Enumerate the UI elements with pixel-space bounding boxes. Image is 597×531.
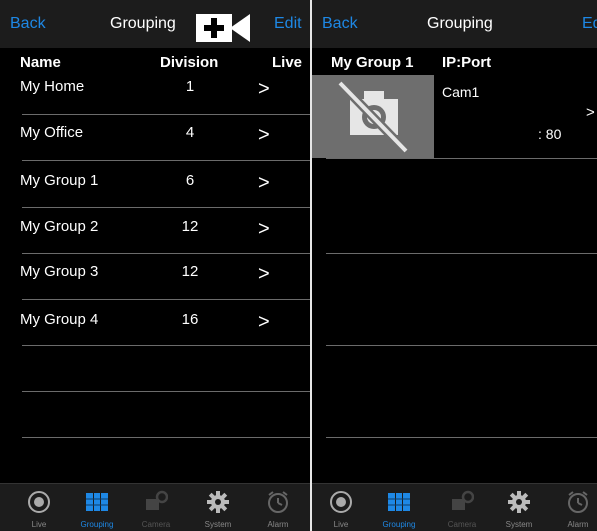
tab-label: Live bbox=[31, 520, 47, 529]
add-camera-icon[interactable] bbox=[196, 14, 251, 42]
row-divider bbox=[22, 391, 310, 392]
group-title: My Group 1 bbox=[331, 54, 414, 71]
group-division: 16 bbox=[181, 311, 199, 328]
group-name: My Office bbox=[20, 124, 84, 141]
camera-icon bbox=[452, 490, 474, 510]
tab-label: Alarm bbox=[267, 520, 289, 529]
grouping-icon bbox=[86, 493, 108, 511]
tab-live[interactable]: Live bbox=[14, 484, 64, 531]
back-button[interactable]: Back bbox=[322, 15, 358, 33]
row-divider bbox=[326, 345, 597, 346]
group-division: 6 bbox=[185, 172, 195, 189]
column-header-name: Name bbox=[20, 54, 61, 71]
row-divider bbox=[22, 114, 310, 115]
row-divider bbox=[22, 299, 310, 300]
tab-bar: Live Grouping Camera System Alarm bbox=[0, 483, 310, 531]
alarm-icon bbox=[568, 491, 588, 513]
chevron-right-icon[interactable]: > bbox=[258, 311, 274, 333]
edit-button[interactable]: Edit bbox=[274, 15, 302, 33]
page-title: Grouping bbox=[427, 15, 493, 32]
group-division: 12 bbox=[181, 218, 199, 235]
group-division: 12 bbox=[181, 263, 199, 280]
tab-camera[interactable]: Camera bbox=[131, 484, 181, 531]
column-header-live: Live bbox=[272, 54, 303, 71]
row-divider bbox=[22, 437, 310, 438]
grouping-icon bbox=[388, 493, 410, 511]
group-name: My Group 4 bbox=[20, 311, 99, 328]
live-icon bbox=[330, 491, 352, 513]
navigation-bar: Back Grouping Edit bbox=[0, 0, 310, 48]
row-divider bbox=[22, 207, 310, 208]
no-camera-icon bbox=[336, 79, 410, 155]
group-name: My Group 2 bbox=[20, 218, 99, 235]
edit-button[interactable]: Edi bbox=[582, 15, 597, 33]
group-division: 1 bbox=[185, 78, 195, 95]
tab-system[interactable]: System bbox=[494, 484, 544, 531]
chevron-right-icon[interactable]: > bbox=[258, 124, 274, 146]
tab-grouping[interactable]: Grouping bbox=[72, 484, 122, 531]
group-name: My Group 3 bbox=[20, 263, 99, 280]
tab-label: Camera bbox=[141, 520, 171, 529]
chevron-right-icon[interactable]: > bbox=[258, 263, 274, 285]
live-icon bbox=[28, 491, 50, 513]
tab-label: System bbox=[204, 520, 232, 529]
camera-thumbnail bbox=[312, 75, 434, 158]
row-divider bbox=[326, 253, 597, 254]
alarm-icon bbox=[268, 491, 288, 513]
row-divider bbox=[22, 160, 310, 161]
group-name: My Home bbox=[20, 78, 85, 95]
camera-port: : 80 bbox=[538, 126, 562, 142]
tab-label: Alarm bbox=[567, 520, 589, 529]
chevron-right-icon[interactable]: > bbox=[258, 78, 274, 100]
tab-label: Camera bbox=[447, 520, 477, 529]
tab-system[interactable]: System bbox=[193, 484, 243, 531]
group-detail-screen: Back Grouping Edi My Group 1 IP:Port Cam… bbox=[312, 0, 597, 531]
tab-label: Grouping bbox=[382, 520, 416, 529]
chevron-right-icon[interactable]: > bbox=[586, 104, 595, 121]
tab-camera[interactable]: Camera bbox=[437, 484, 487, 531]
tab-label: Live bbox=[333, 520, 349, 529]
back-button[interactable]: Back bbox=[10, 15, 46, 33]
tab-alarm[interactable]: Alarm bbox=[553, 484, 597, 531]
group-division: 4 bbox=[185, 124, 195, 141]
tab-live[interactable]: Live bbox=[316, 484, 366, 531]
tab-label: Grouping bbox=[80, 520, 114, 529]
chevron-right-icon[interactable]: > bbox=[258, 172, 274, 194]
group-name: My Group 1 bbox=[20, 172, 99, 189]
row-divider bbox=[22, 253, 310, 254]
gear-icon bbox=[207, 491, 229, 513]
chevron-right-icon[interactable]: > bbox=[258, 218, 274, 240]
tab-alarm[interactable]: Alarm bbox=[253, 484, 303, 531]
row-divider bbox=[326, 437, 597, 438]
camera-icon bbox=[146, 490, 168, 510]
column-header-division: Division bbox=[160, 54, 219, 71]
row-divider bbox=[326, 158, 597, 159]
navigation-bar: Back Grouping Edi bbox=[312, 0, 597, 48]
row-divider bbox=[22, 345, 310, 346]
tab-grouping[interactable]: Grouping bbox=[374, 484, 424, 531]
tab-label: System bbox=[505, 520, 533, 529]
page-title: Grouping bbox=[110, 15, 176, 32]
camera-name: Cam1 bbox=[442, 84, 480, 100]
tab-bar: Live Grouping Camera System Alarm bbox=[312, 483, 597, 531]
gear-icon bbox=[508, 491, 530, 513]
column-header-ipport: IP:Port bbox=[442, 54, 492, 71]
grouping-list-screen: Back Grouping Edit Name Division Live My… bbox=[0, 0, 310, 531]
